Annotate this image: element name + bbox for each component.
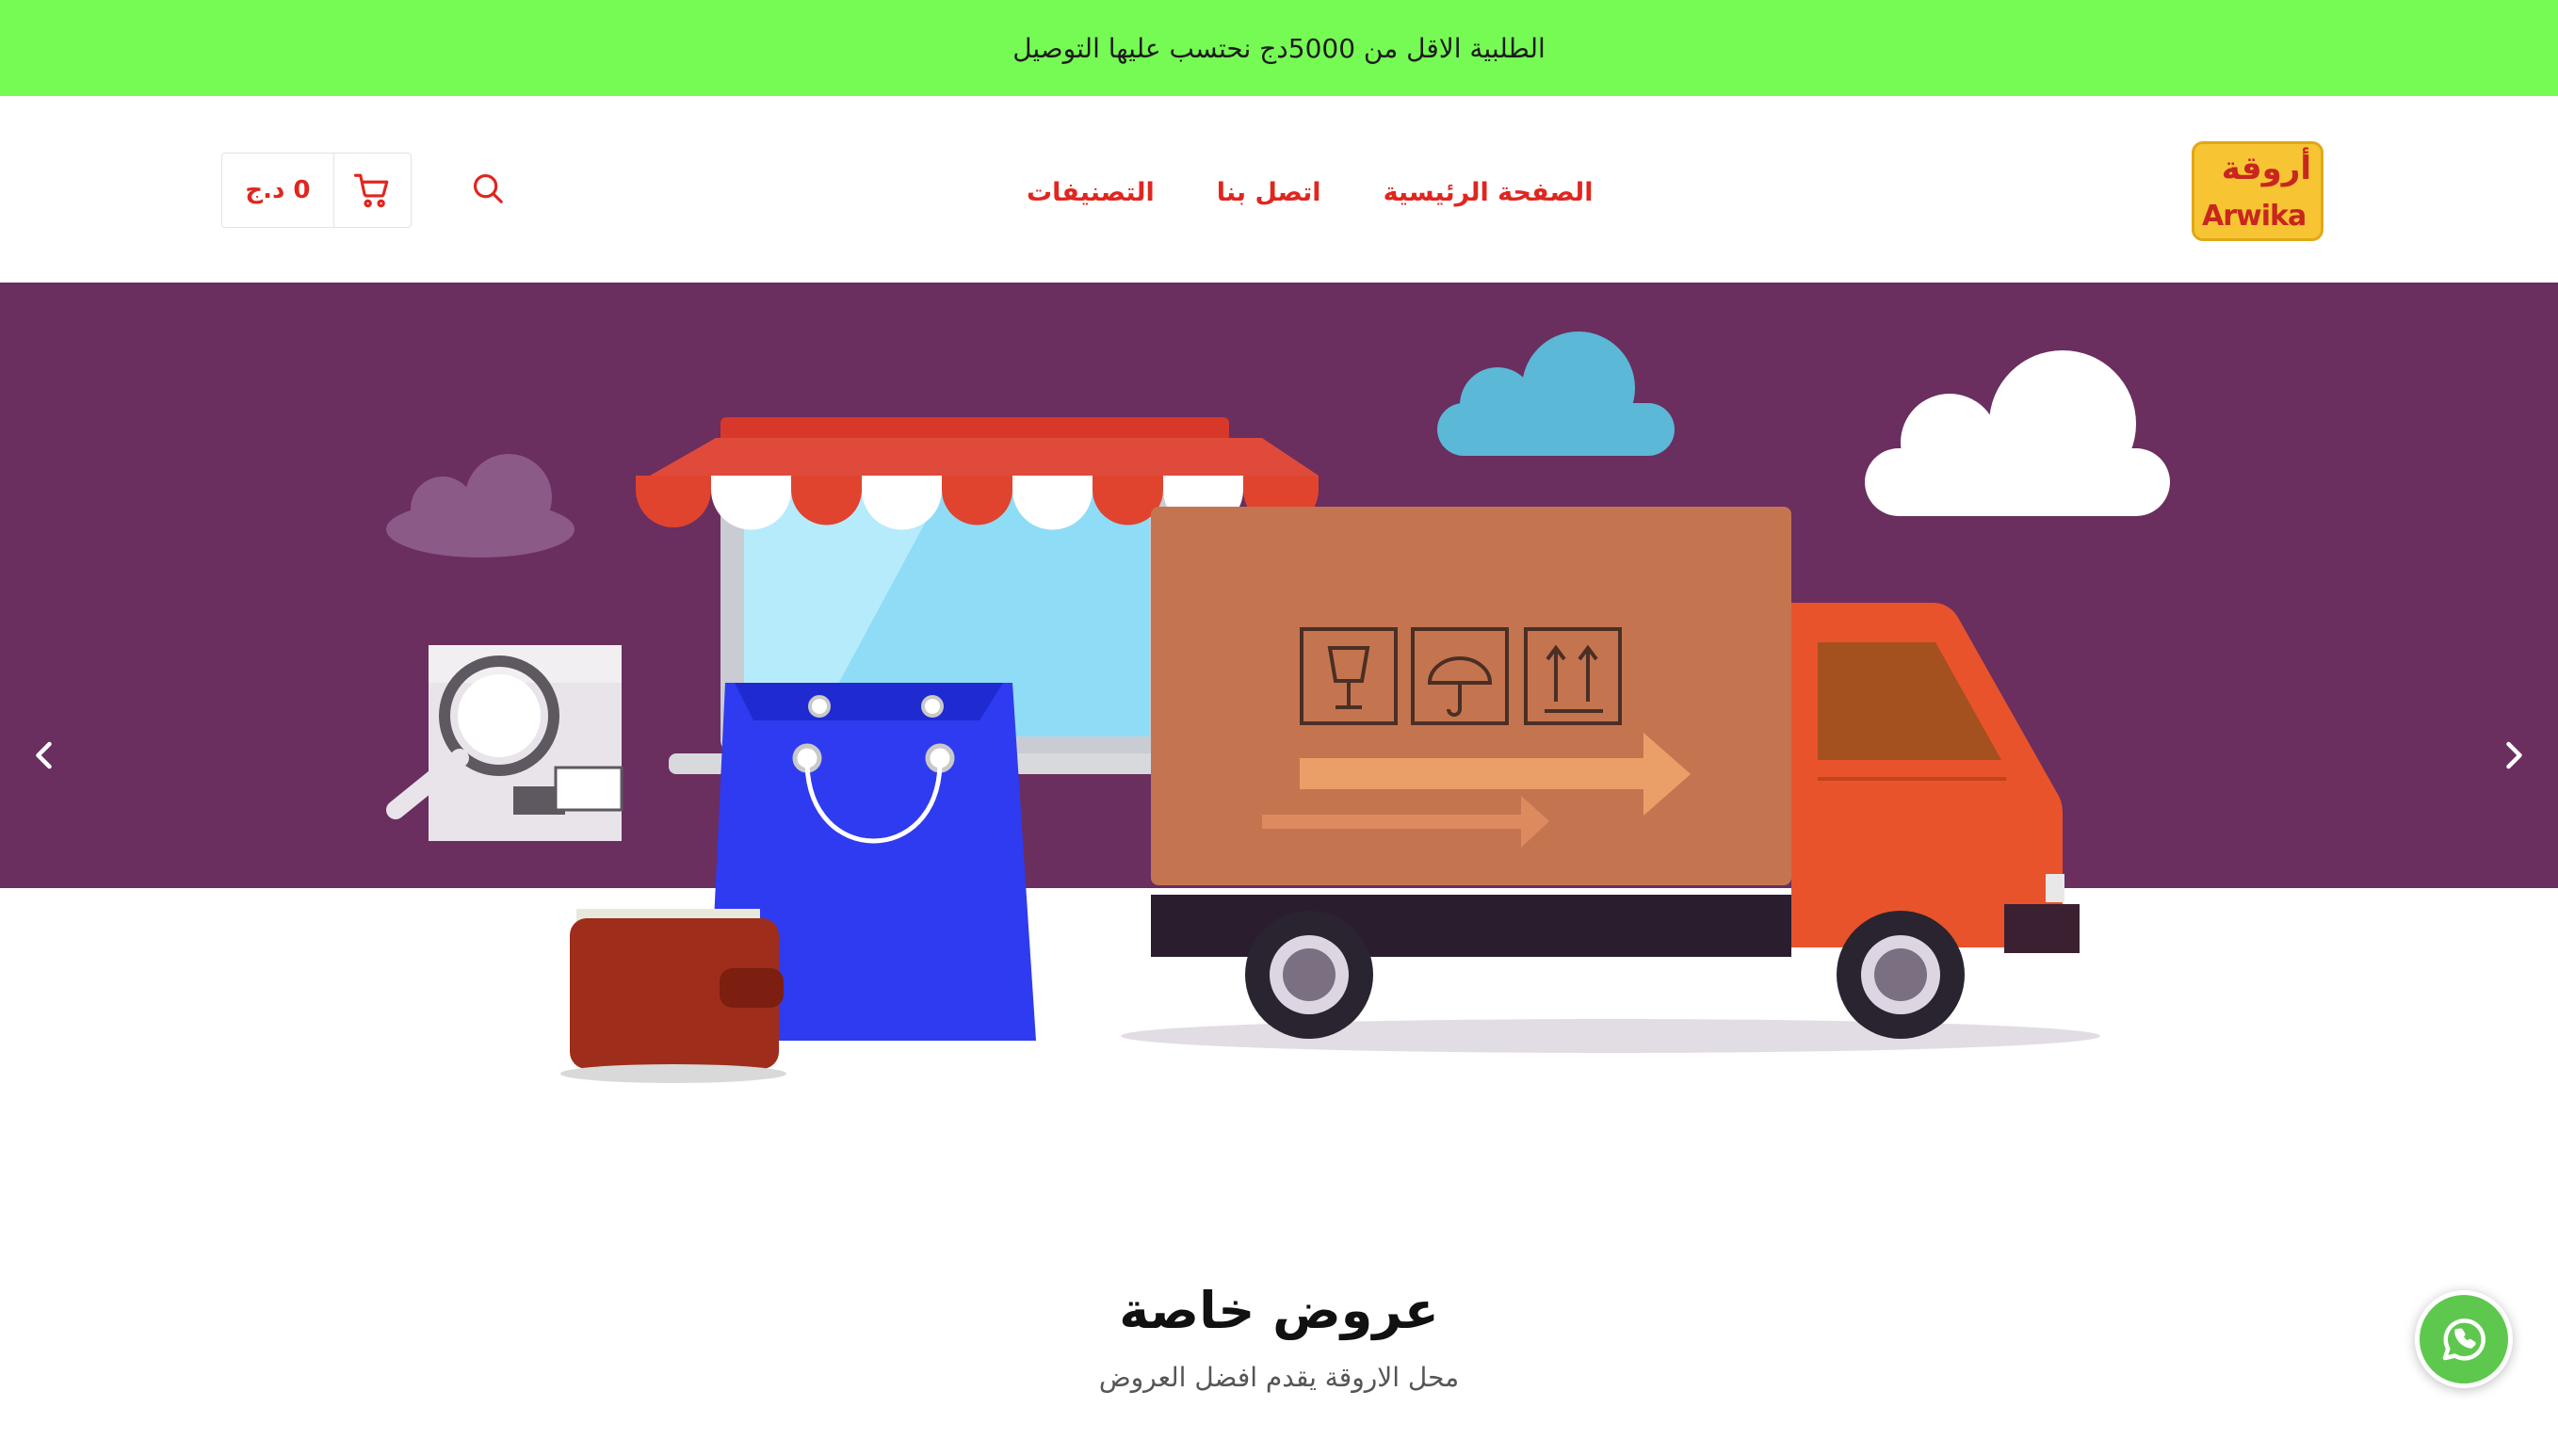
wallet [560, 909, 786, 1083]
cart-icon-wrap [334, 154, 411, 227]
cart-total: 0 د.ج [222, 154, 334, 227]
nav-categories[interactable]: التصنيفات [1027, 178, 1155, 207]
announcement-bar: الطلبية الاقل من 5000دج نحتسب عليها التو… [0, 0, 2558, 96]
shopping-cart-icon [354, 173, 389, 208]
section-subtitle: محل الاروقة يقدم افضل العروض [1098, 1362, 1460, 1393]
delivery-illustration [386, 332, 2170, 1083]
search-button[interactable] [467, 168, 509, 209]
chevron-right-icon [2506, 741, 2522, 769]
nav-home[interactable]: الصفحة الرئيسية [1384, 178, 1594, 207]
whatsapp-icon [2442, 1318, 2485, 1361]
cloud-blue [1437, 332, 1675, 456]
chevron-left-icon [36, 741, 52, 769]
slider-next-button[interactable] [2485, 727, 2541, 784]
main-nav: الصفحة الرئيسية اتصل بنا التصنيفات [1027, 171, 1593, 213]
announcement-text: الطلبية الاقل من 5000دج نحتسب عليها التو… [1012, 32, 1546, 64]
package-search [386, 645, 623, 841]
search-icon [473, 173, 503, 203]
delivery-truck [1121, 507, 2100, 1053]
nav-contact[interactable]: اتصل بنا [1217, 178, 1321, 207]
site-logo[interactable]: أروقة Arwika [2192, 141, 2323, 241]
cloud-purple [386, 454, 575, 558]
slider-prev-button[interactable] [17, 727, 73, 784]
cloud-white [1865, 350, 2170, 516]
section-title: عروض خاصة [1119, 1281, 1439, 1340]
whatsapp-button[interactable] [2415, 1290, 2513, 1388]
logo-arabic-text: أروقة [2221, 150, 2311, 187]
cart-button[interactable]: 0 د.ج [221, 153, 412, 228]
site-header: أروقة Arwika الصفحة الرئيسية اتصل بنا ال… [0, 96, 2558, 283]
logo-latin-text: Arwika [2202, 200, 2307, 233]
hero-slider[interactable] [0, 283, 2558, 1130]
